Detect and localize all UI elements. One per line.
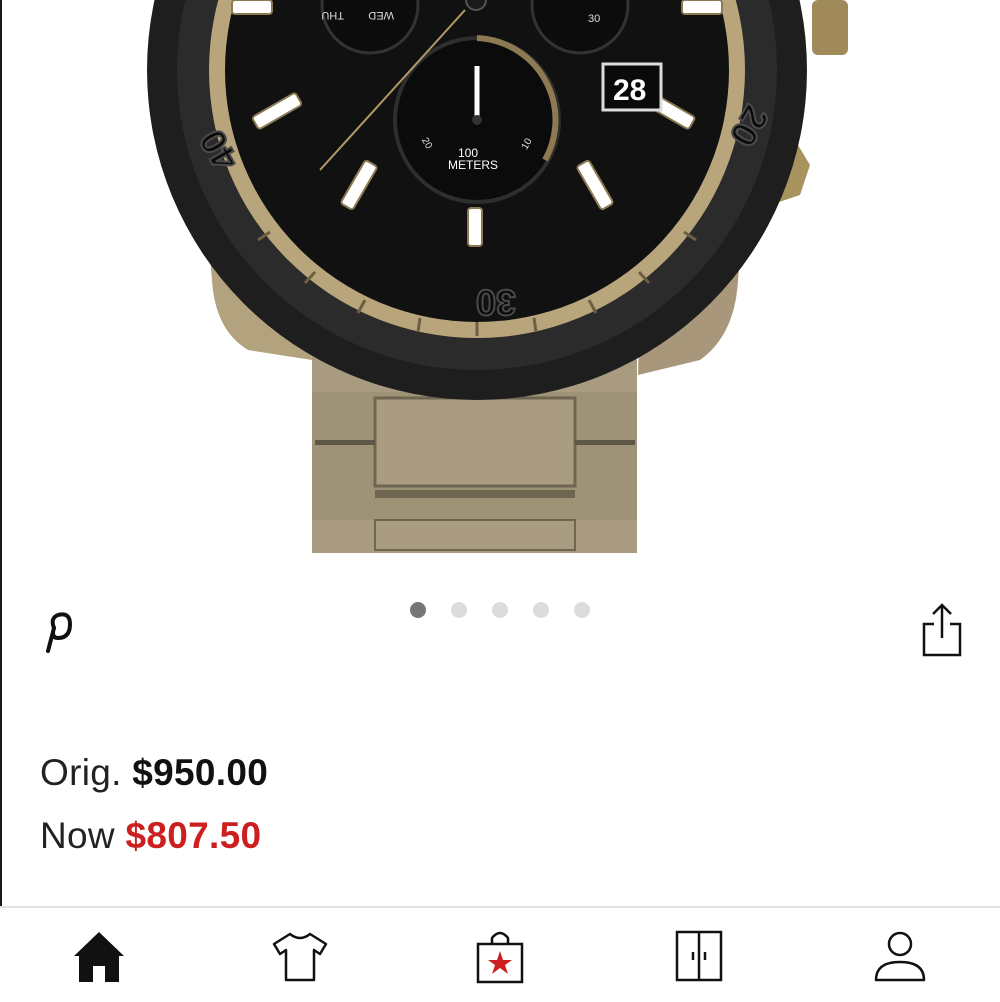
carousel-dot-3[interactable]	[492, 602, 508, 618]
tab-wallet[interactable]	[667, 924, 731, 988]
carousel-dot-5[interactable]	[574, 602, 590, 618]
person-icon	[874, 931, 926, 982]
sale-price-amount: $807.50	[125, 815, 262, 856]
shopping-bag-star-icon	[476, 931, 524, 984]
bezel-numeral-30: 30	[476, 282, 516, 323]
original-price: Orig. $950.00	[40, 752, 268, 794]
subdial-day-wed: WED	[368, 9, 394, 21]
sale-price: Now $807.50	[40, 815, 261, 857]
wallet-icon	[675, 930, 723, 982]
share-icon[interactable]	[918, 600, 966, 658]
original-price-label: Orig.	[40, 752, 122, 793]
sale-price-label: Now	[40, 815, 115, 856]
subdial-30-label: 30	[588, 13, 600, 25]
carousel-dot-2[interactable]	[451, 602, 467, 618]
original-price-amount: $950.00	[132, 752, 269, 793]
home-icon	[74, 932, 124, 982]
image-carousel-indicator	[0, 602, 1000, 618]
tab-home[interactable]	[67, 924, 131, 988]
tab-shop[interactable]	[268, 924, 332, 988]
bottom-tab-bar	[0, 906, 1000, 1002]
watch-illustration: THU WED 30 100 METERS 20 10 28 30 40 20	[147, 0, 848, 553]
tab-bag[interactable]	[468, 924, 532, 988]
carousel-dot-1[interactable]	[410, 602, 426, 618]
subdial-day-thu: THU	[321, 9, 344, 21]
date-window-text: 28	[613, 74, 646, 107]
carousel-dot-4[interactable]	[533, 602, 549, 618]
subdial-depth-unit: METERS	[448, 158, 498, 172]
product-image[interactable]: THU WED 30 100 METERS 20 10 28 30 40 20	[0, 0, 1000, 580]
tab-account[interactable]	[868, 924, 932, 988]
shirt-icon	[272, 932, 328, 982]
pinterest-icon[interactable]	[36, 608, 78, 654]
